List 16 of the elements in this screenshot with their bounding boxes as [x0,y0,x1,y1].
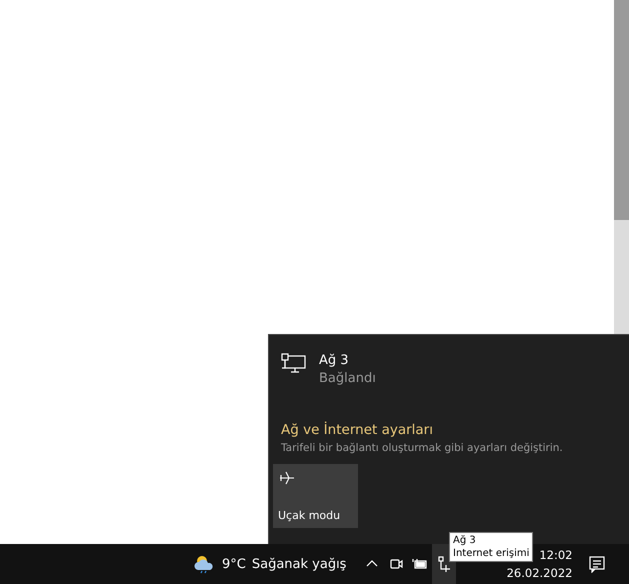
clock-time[interactable]: 12:02 [539,548,572,562]
settings-link[interactable]: Ağ ve İnternet ayarları [281,422,629,438]
scrollbar-thumb[interactable] [614,0,629,220]
airplane-mode-tile[interactable]: Uçak modu [273,464,358,528]
tooltip-text: Internet erişimi [453,547,530,560]
network-icon [281,353,307,375]
notifications-icon[interactable] [588,555,606,573]
network-name[interactable]: Ağ 3 [319,353,376,368]
airplane-icon [278,470,296,486]
temperature: 9°C [222,556,246,572]
settings-hint: Tarifeli bir bağlantı oluşturmak gibi ayarları değiştirin. [281,442,564,454]
clock-date[interactable]: 26.02.2022 [506,566,572,580]
tooltip-text: Ağ 3 [453,534,477,547]
network-status: Bağlandı [319,371,376,386]
weather-condition: Sağanak yağış [252,556,346,572]
scrollbar[interactable] [614,0,629,334]
